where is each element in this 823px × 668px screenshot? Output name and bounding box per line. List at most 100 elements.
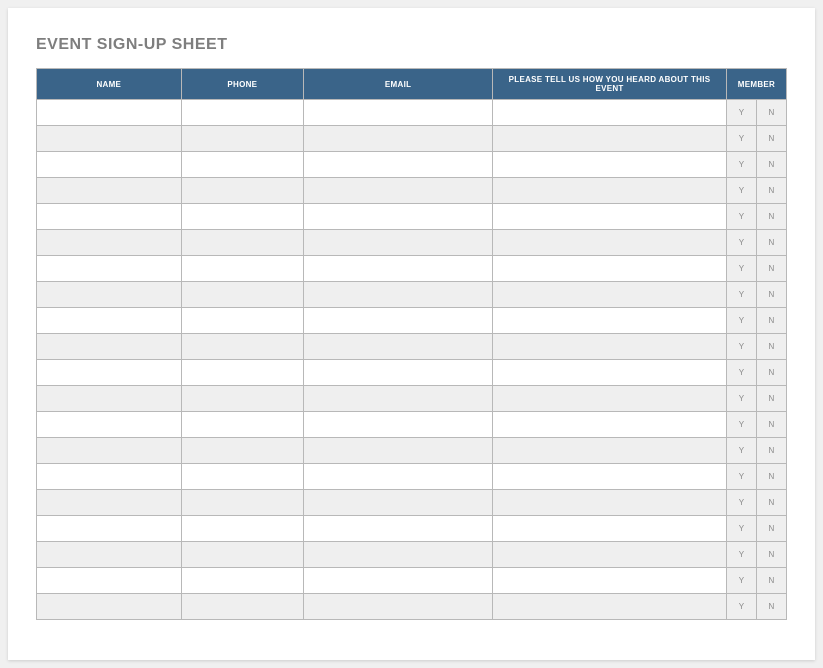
cell-member-y[interactable]: Y <box>726 126 756 152</box>
cell-heard[interactable] <box>493 386 727 412</box>
cell-member-y[interactable]: Y <box>726 464 756 490</box>
cell-email[interactable] <box>304 256 493 282</box>
cell-heard[interactable] <box>493 568 727 594</box>
cell-heard[interactable] <box>493 594 727 620</box>
cell-name[interactable] <box>37 360 182 386</box>
cell-member-n[interactable]: N <box>756 386 786 412</box>
cell-email[interactable] <box>304 308 493 334</box>
cell-member-n[interactable]: N <box>756 438 786 464</box>
cell-member-n[interactable]: N <box>756 412 786 438</box>
cell-phone[interactable] <box>181 594 303 620</box>
cell-email[interactable] <box>304 516 493 542</box>
cell-name[interactable] <box>37 490 182 516</box>
cell-heard[interactable] <box>493 178 727 204</box>
cell-name[interactable] <box>37 542 182 568</box>
cell-phone[interactable] <box>181 490 303 516</box>
cell-email[interactable] <box>304 386 493 412</box>
cell-name[interactable] <box>37 282 182 308</box>
cell-phone[interactable] <box>181 204 303 230</box>
cell-email[interactable] <box>304 412 493 438</box>
cell-phone[interactable] <box>181 152 303 178</box>
cell-email[interactable] <box>304 178 493 204</box>
cell-phone[interactable] <box>181 282 303 308</box>
cell-member-n[interactable]: N <box>756 334 786 360</box>
cell-member-y[interactable]: Y <box>726 152 756 178</box>
cell-member-y[interactable]: Y <box>726 516 756 542</box>
cell-email[interactable] <box>304 230 493 256</box>
cell-member-y[interactable]: Y <box>726 282 756 308</box>
cell-heard[interactable] <box>493 152 727 178</box>
cell-phone[interactable] <box>181 568 303 594</box>
cell-heard[interactable] <box>493 412 727 438</box>
cell-member-n[interactable]: N <box>756 568 786 594</box>
cell-email[interactable] <box>304 126 493 152</box>
cell-name[interactable] <box>37 308 182 334</box>
cell-email[interactable] <box>304 282 493 308</box>
cell-member-y[interactable]: Y <box>726 204 756 230</box>
cell-name[interactable] <box>37 100 182 126</box>
cell-name[interactable] <box>37 334 182 360</box>
cell-name[interactable] <box>37 568 182 594</box>
cell-member-n[interactable]: N <box>756 178 786 204</box>
cell-phone[interactable] <box>181 386 303 412</box>
cell-heard[interactable] <box>493 204 727 230</box>
cell-phone[interactable] <box>181 334 303 360</box>
cell-member-n[interactable]: N <box>756 126 786 152</box>
cell-phone[interactable] <box>181 230 303 256</box>
cell-phone[interactable] <box>181 308 303 334</box>
cell-email[interactable] <box>304 438 493 464</box>
cell-member-y[interactable]: Y <box>726 308 756 334</box>
cell-member-n[interactable]: N <box>756 360 786 386</box>
cell-member-n[interactable]: N <box>756 152 786 178</box>
cell-name[interactable] <box>37 594 182 620</box>
cell-member-y[interactable]: Y <box>726 412 756 438</box>
cell-phone[interactable] <box>181 412 303 438</box>
cell-name[interactable] <box>37 438 182 464</box>
cell-phone[interactable] <box>181 256 303 282</box>
cell-name[interactable] <box>37 204 182 230</box>
cell-heard[interactable] <box>493 542 727 568</box>
cell-member-n[interactable]: N <box>756 490 786 516</box>
cell-heard[interactable] <box>493 360 727 386</box>
cell-email[interactable] <box>304 464 493 490</box>
cell-member-y[interactable]: Y <box>726 438 756 464</box>
cell-email[interactable] <box>304 334 493 360</box>
cell-heard[interactable] <box>493 230 727 256</box>
cell-member-n[interactable]: N <box>756 308 786 334</box>
cell-member-n[interactable]: N <box>756 230 786 256</box>
cell-name[interactable] <box>37 386 182 412</box>
cell-heard[interactable] <box>493 334 727 360</box>
cell-heard[interactable] <box>493 438 727 464</box>
cell-name[interactable] <box>37 516 182 542</box>
cell-email[interactable] <box>304 542 493 568</box>
cell-member-n[interactable]: N <box>756 282 786 308</box>
cell-phone[interactable] <box>181 360 303 386</box>
cell-heard[interactable] <box>493 490 727 516</box>
cell-member-y[interactable]: Y <box>726 256 756 282</box>
cell-email[interactable] <box>304 568 493 594</box>
cell-member-n[interactable]: N <box>756 100 786 126</box>
cell-name[interactable] <box>37 178 182 204</box>
cell-phone[interactable] <box>181 438 303 464</box>
cell-heard[interactable] <box>493 308 727 334</box>
cell-phone[interactable] <box>181 178 303 204</box>
cell-member-y[interactable]: Y <box>726 334 756 360</box>
cell-name[interactable] <box>37 256 182 282</box>
cell-email[interactable] <box>304 490 493 516</box>
cell-member-y[interactable]: Y <box>726 542 756 568</box>
cell-member-y[interactable]: Y <box>726 386 756 412</box>
cell-email[interactable] <box>304 152 493 178</box>
cell-heard[interactable] <box>493 282 727 308</box>
cell-heard[interactable] <box>493 464 727 490</box>
cell-email[interactable] <box>304 594 493 620</box>
cell-name[interactable] <box>37 464 182 490</box>
cell-email[interactable] <box>304 204 493 230</box>
cell-member-y[interactable]: Y <box>726 594 756 620</box>
cell-phone[interactable] <box>181 542 303 568</box>
cell-member-y[interactable]: Y <box>726 230 756 256</box>
cell-member-n[interactable]: N <box>756 516 786 542</box>
cell-name[interactable] <box>37 126 182 152</box>
cell-name[interactable] <box>37 230 182 256</box>
cell-email[interactable] <box>304 360 493 386</box>
cell-phone[interactable] <box>181 464 303 490</box>
